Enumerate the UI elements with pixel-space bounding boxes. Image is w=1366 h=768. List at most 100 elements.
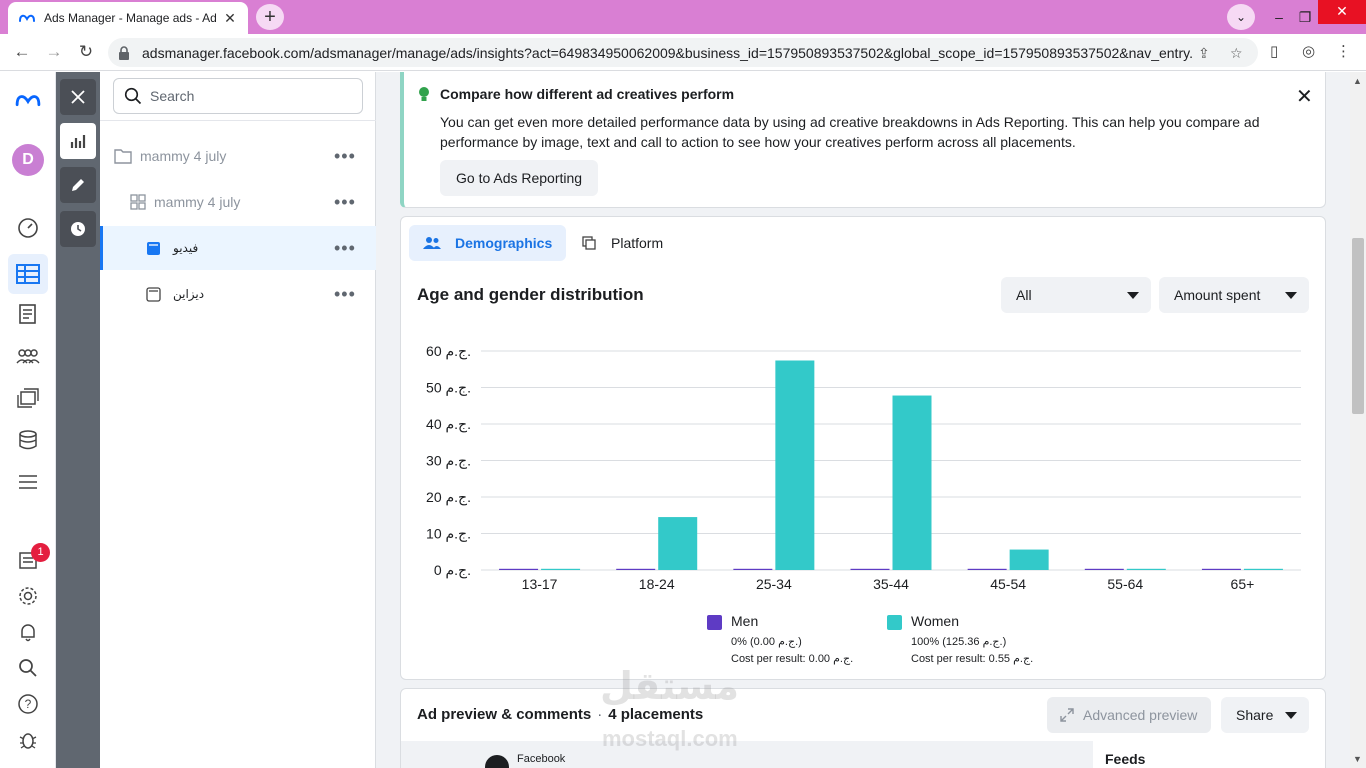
- scrollbar-thumb[interactable]: [1352, 238, 1364, 414]
- insights-main: Compare how different ad creatives perfo…: [376, 72, 1350, 768]
- bar-men-45-54: [967, 568, 1007, 570]
- more-options-icon[interactable]: •••: [334, 192, 356, 213]
- legend-swatch-men: [707, 615, 722, 630]
- tab-search-chevron-icon[interactable]: ⌄: [1227, 4, 1255, 30]
- facebook-logo-icon: [485, 755, 509, 768]
- tree-search[interactable]: [113, 78, 363, 114]
- insights-chart-icon[interactable]: [60, 123, 96, 159]
- y-tick-label: 50 ج.م.: [426, 380, 471, 397]
- tree-item-adset[interactable]: mammy 4 july •••: [100, 180, 376, 224]
- campaign-toolbar: [56, 72, 100, 768]
- url-text: adsmanager.facebook.com/adsmanager/manag…: [142, 44, 1192, 61]
- meta-logo-icon: [19, 14, 35, 22]
- bar-men-13-17: [499, 568, 539, 570]
- legend-name: Men: [731, 613, 759, 629]
- tab-demographics[interactable]: Demographics: [409, 225, 567, 261]
- legend-share: 100% (125.36 ج.م.): [911, 636, 1007, 648]
- bar-men-35-44: [850, 568, 890, 570]
- tree-item-label: ديزاين: [173, 287, 205, 301]
- tree-item-ad[interactable]: ديزاين •••: [100, 272, 376, 316]
- y-tick-label: 20 ج.م.: [426, 489, 471, 506]
- svg-text:?: ?: [25, 697, 32, 711]
- legend-share: 0% (0.00 ج.م.): [731, 636, 802, 648]
- lightbulb-icon: [419, 87, 429, 101]
- scroll-up-icon[interactable]: ▲: [1353, 76, 1362, 86]
- more-options-icon[interactable]: •••: [334, 146, 356, 167]
- placements-count: 4 placements: [608, 706, 704, 723]
- account-avatar[interactable]: D: [12, 144, 44, 176]
- catalog-pages-icon[interactable]: [14, 300, 42, 328]
- settings-gear-icon[interactable]: [14, 582, 42, 610]
- reload-icon[interactable]: ↻: [74, 40, 98, 64]
- legend-cost: Cost per result: 0.00 ج.م.: [731, 653, 854, 665]
- new-tab-button[interactable]: +: [256, 4, 284, 30]
- bar-men-18-24: [616, 568, 656, 570]
- minimize-icon[interactable]: –: [1266, 9, 1292, 25]
- billing-database-icon[interactable]: [14, 426, 42, 454]
- advanced-preview-button[interactable]: Advanced preview: [1047, 697, 1211, 733]
- url-field[interactable]: adsmanager.facebook.com/adsmanager/manag…: [108, 38, 1258, 67]
- extension-icon[interactable]: ◎: [1302, 42, 1315, 60]
- legend-name: Women: [911, 613, 959, 629]
- y-tick-label: 30 ج.م.: [426, 453, 471, 470]
- audiences-people-icon[interactable]: [14, 342, 42, 370]
- tab-platform[interactable]: Platform: [567, 225, 677, 261]
- help-question-icon[interactable]: ?: [14, 690, 42, 718]
- share-button[interactable]: Share: [1221, 697, 1309, 733]
- ads-manager-table-icon[interactable]: [14, 260, 42, 288]
- bar-men-25-34: [733, 568, 773, 570]
- edit-pencil-icon[interactable]: [60, 167, 96, 203]
- search-icon[interactable]: [14, 654, 42, 682]
- all-tools-menu-icon[interactable]: [14, 468, 42, 496]
- close-panel-icon[interactable]: [60, 79, 96, 115]
- main-scrollbar[interactable]: ▲ ▼: [1350, 72, 1366, 768]
- more-options-icon[interactable]: •••: [334, 284, 356, 305]
- tree-search-input[interactable]: [150, 88, 350, 104]
- lock-icon: [119, 45, 129, 60]
- tree-item-ad-selected[interactable]: فيديو •••: [100, 226, 376, 270]
- caret-down-icon: [1285, 712, 1297, 719]
- bar-women-18-24: [658, 517, 698, 570]
- side-panel-icon[interactable]: ▯: [1270, 42, 1278, 60]
- tree-item-campaign[interactable]: mammy 4 july •••: [100, 134, 376, 178]
- legend-cost: Cost per result: 0.55 ج.م.: [911, 653, 1034, 665]
- tree-item-label: mammy 4 july: [154, 194, 241, 210]
- forward-icon[interactable]: →: [42, 40, 66, 64]
- meta-nav-rail: D 1 ?: [0, 72, 56, 768]
- tree-item-label: mammy 4 july: [140, 148, 227, 164]
- dashboard-gauge-icon[interactable]: [14, 214, 42, 242]
- search-icon: [124, 87, 142, 105]
- browser-tab[interactable]: Ads Manager - Manage ads - Ad ✕: [8, 2, 248, 34]
- platform-icon: [581, 235, 597, 251]
- tree-divider: [100, 120, 376, 121]
- age-gender-bar-chart: 0 ج.م. 10 ج.م. 20 ج.م. 30 ج.م. 40 ج.م. 50 ج.م…: [426, 343, 1301, 592]
- bar-women-55-64: [1126, 568, 1166, 570]
- share-page-icon[interactable]: ⇪: [1198, 45, 1210, 62]
- caret-down-icon: [1285, 292, 1297, 299]
- creative-breakdown-tip: Compare how different ad creatives perfo…: [400, 72, 1326, 208]
- history-clock-icon[interactable]: [60, 211, 96, 247]
- maximize-icon[interactable]: ❐: [1292, 9, 1318, 26]
- bar-women-35-44: [892, 395, 932, 570]
- audience-filter-select[interactable]: All: [1001, 277, 1151, 313]
- tab-close-icon[interactable]: ✕: [222, 10, 238, 27]
- report-bug-icon[interactable]: [14, 726, 42, 754]
- back-icon[interactable]: ←: [10, 40, 34, 64]
- go-to-ads-reporting-button[interactable]: Go to Ads Reporting: [440, 160, 599, 196]
- bar-men-55-64: [1084, 568, 1124, 570]
- media-library-icon[interactable]: [14, 384, 42, 412]
- close-window-icon[interactable]: ✕: [1318, 0, 1366, 24]
- people-icon: [423, 236, 441, 250]
- more-options-icon[interactable]: •••: [334, 238, 356, 259]
- browser-menu-icon[interactable]: ⋮: [1336, 42, 1351, 60]
- ad-icon: [146, 286, 161, 302]
- chart-title: Age and gender distribution: [417, 285, 644, 304]
- scroll-down-icon[interactable]: ▼: [1353, 754, 1362, 764]
- bookmark-star-icon[interactable]: ☆: [1230, 45, 1243, 62]
- meta-home-icon[interactable]: [14, 86, 42, 114]
- separator-dot: ·: [597, 706, 603, 723]
- close-icon[interactable]: ✕: [1296, 84, 1313, 109]
- x-tick-label: 25-34: [756, 576, 792, 592]
- alerts-bell-icon[interactable]: [14, 618, 42, 646]
- metric-select[interactable]: Amount spent: [1159, 277, 1309, 313]
